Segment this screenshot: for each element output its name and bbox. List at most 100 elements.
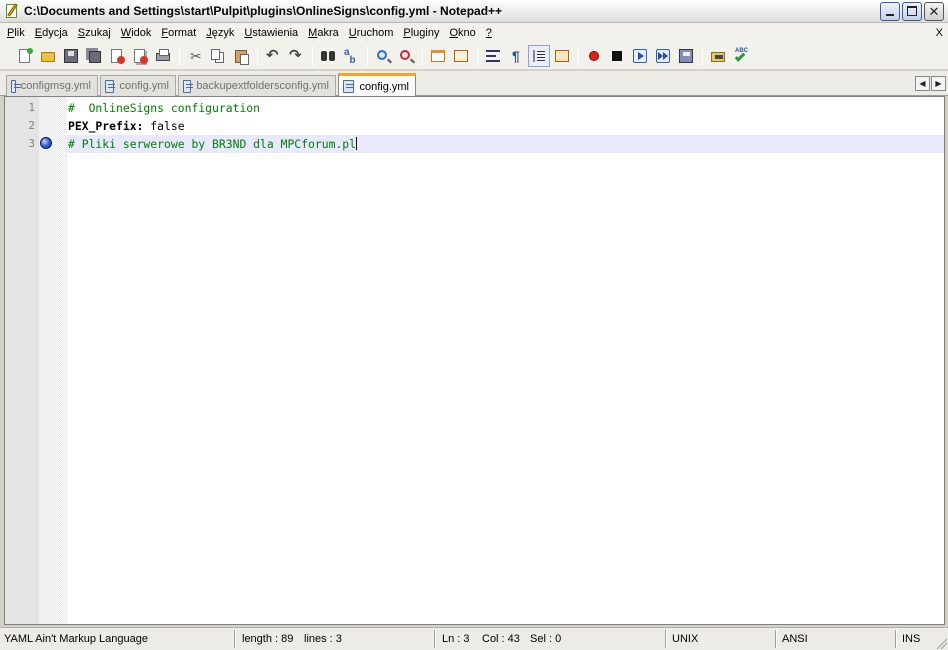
tab-bar: configmsg.yml config.yml backupextfolder… [0,71,948,97]
close-document-button[interactable]: X [936,23,943,43]
cut-icon: ✂ [190,48,202,64]
sync-horizontal-icon [453,48,469,64]
close-window-button[interactable]: ✕ [924,2,944,21]
code-line-2[interactable]: PEX_Prefix: false [67,117,944,135]
tab-scroll-right-button[interactable]: ▶ [931,76,946,91]
menu-widok[interactable]: Widok [116,23,157,43]
status-column: Col : 43 [482,633,520,645]
stop-recording-button[interactable] [606,45,628,67]
bookmark-margin[interactable] [39,97,55,624]
tab-scroll-left-button[interactable]: ◀ [915,76,930,91]
code-line-1[interactable]: # OnlineSigns configuration [67,99,944,117]
notepadpp-app-icon[interactable] [4,3,20,19]
indent-guide-button[interactable] [528,45,550,67]
close-button[interactable] [106,45,128,67]
tab-configmsg-yml[interactable]: configmsg.yml [6,75,98,96]
sync-vertical-icon [430,48,446,64]
close-all-button[interactable] [129,45,151,67]
file-icon [183,79,194,93]
toolbar-separator [702,46,703,66]
line-number: 2 [28,119,35,132]
menu-szukaj[interactable]: Szukaj [73,23,116,43]
sync-vertical-button[interactable] [427,45,449,67]
save-macro-button[interactable] [675,45,697,67]
menu-makra[interactable]: Makra [303,23,344,43]
chevron-right-icon: ▶ [935,79,942,88]
print-button[interactable] [152,45,174,67]
file-icon [105,79,116,93]
maximize-button[interactable] [902,2,922,21]
copy-button[interactable] [207,45,229,67]
word-wrap-button[interactable] [482,45,504,67]
run-macro-multiple-button[interactable] [652,45,674,67]
play-icon [632,48,648,64]
save-macro-icon [678,48,694,64]
tab-config-yml-active[interactable]: config.yml [338,73,416,97]
show-all-chars-button[interactable]: ¶ [505,45,527,67]
tab-backupextfoldersconfig-yml[interactable]: backupextfoldersconfig.yml [178,75,336,96]
open-file-explorer-button[interactable] [707,45,729,67]
editor-area[interactable]: 1 2 3 # OnlineSigns configuration PEX_Pr… [4,96,945,625]
undo-icon: ↶ [266,47,279,64]
record-icon [586,48,602,64]
status-divider [895,630,897,648]
code-text-area[interactable]: # OnlineSigns configuration PEX_Prefix: … [67,97,944,624]
redo-button[interactable]: ↷ [285,45,307,67]
sync-horizontal-button[interactable] [450,45,472,67]
menu-plik[interactable]: Plik [2,23,30,43]
zoom-out-button[interactable] [395,45,417,67]
fast-forward-icon [655,48,671,64]
save-button[interactable] [60,45,82,67]
tab-label: config.yml [359,80,409,93]
replace-button[interactable]: a b [340,45,362,67]
copy-icon [210,48,226,64]
menu-pluginy[interactable]: Pluginy [398,23,444,43]
menu-format[interactable]: Format [156,23,201,43]
menu-edycja[interactable]: Edycja [30,23,73,43]
status-line-number: Ln : 3 [442,633,470,645]
fold-margin[interactable] [55,97,67,624]
menu-okno[interactable]: Okno [444,23,480,43]
record-macro-button[interactable] [583,45,605,67]
play-macro-button[interactable] [629,45,651,67]
status-insert-mode: INS [902,633,921,645]
zoom-in-icon [375,48,391,64]
tab-label: config.yml [119,80,169,92]
menu-uruchom[interactable]: Uruchom [344,23,399,43]
replace-icon: a b [344,47,356,66]
paste-button[interactable] [230,45,252,67]
zoom-out-icon [398,48,414,64]
code-line-3-current[interactable]: # Pliki serwerowe by BR3ND dla MPCforum.… [67,135,944,153]
file-browser-icon [710,48,726,64]
title-bar[interactable]: C:\Documents and Settings\start\Pulpit\p… [0,0,948,23]
save-all-button[interactable] [83,45,105,67]
menu-help[interactable]: ? [481,23,497,43]
menu-ustawienia[interactable]: Ustawienia [239,23,303,43]
cut-button[interactable]: ✂ [184,45,206,67]
spell-check-icon: ABC [733,48,749,64]
spell-check-button[interactable]: ABC [730,45,752,67]
toolbar: ✂ ↶ ↷ a b ¶ ABC [0,43,948,70]
word-wrap-icon [485,48,501,64]
bookmark-icon[interactable] [40,137,52,149]
line-number-margin[interactable]: 1 2 3 [5,97,39,624]
undo-button[interactable]: ↶ [262,45,284,67]
status-length: length : 89 [242,633,294,645]
stop-icon [609,48,625,64]
user-language-button[interactable] [551,45,573,67]
minimize-button[interactable] [880,2,900,21]
status-bar: YAML Ain't Markup Language length : 89 l… [0,627,948,650]
find-button[interactable] [317,45,339,67]
print-icon [155,48,171,64]
zoom-in-button[interactable] [372,45,394,67]
new-file-button[interactable] [14,45,36,67]
find-icon [320,48,336,64]
toolbar-separator [422,46,423,66]
menu-jezyk[interactable]: Język [201,23,239,43]
open-file-button[interactable] [37,45,59,67]
resize-grip-icon[interactable] [935,637,947,649]
tab-config-yml-1[interactable]: config.yml [100,75,176,96]
toolbar-separator [367,46,368,66]
window-title: C:\Documents and Settings\start\Pulpit\p… [24,4,503,18]
toolbar-separator [179,46,180,66]
